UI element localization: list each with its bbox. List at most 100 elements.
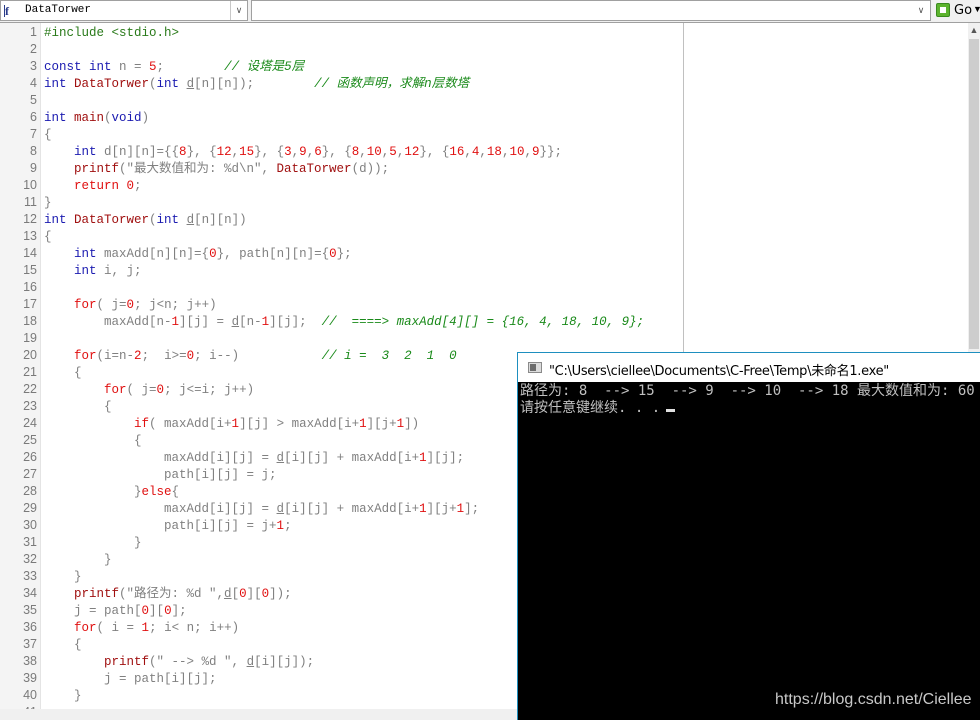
line-number: 31 xyxy=(23,535,37,549)
code-line[interactable]: 13 { xyxy=(0,229,968,246)
line-number: 24 xyxy=(23,416,37,430)
code-token: }, path[n][n]={ xyxy=(216,247,330,261)
code-line[interactable]: 14 int maxAdd[n][n]={0}, path[n][n]={0}; xyxy=(0,246,968,263)
line-number: 30 xyxy=(23,518,37,532)
code-token: ][j]; xyxy=(269,315,322,329)
scrollbar-thumb[interactable] xyxy=(969,39,979,349)
code-token: 3 xyxy=(284,145,292,159)
code-token: { xyxy=(171,485,180,499)
code-text: maxAdd[i][j] = d[i][j] + maxAdd[i+1][j+1… xyxy=(44,501,479,518)
console-output-line: 请按任意键继续. . . xyxy=(520,400,676,417)
code-token: { xyxy=(44,638,82,652)
code-text: if( maxAdd[i+1][j] > maxAdd[i+1][j+1]) xyxy=(44,416,419,433)
code-token: 5 xyxy=(389,145,397,159)
code-line[interactable]: 3 const int n = 5; // 设塔是5层 xyxy=(0,59,968,76)
code-text: int main(void) xyxy=(44,110,149,127)
code-line[interactable]: 10 return 0; xyxy=(0,178,968,195)
code-token: { xyxy=(44,400,112,414)
code-token: n = xyxy=(111,60,150,74)
function-icon: f xyxy=(4,4,19,18)
dropdown-triangle-icon[interactable]: ▼ xyxy=(973,4,980,14)
code-line[interactable]: 9 printf("最大数值和为: %d\n", DataTorwer(d)); xyxy=(0,161,968,178)
code-token: ]); xyxy=(269,587,292,601)
go-button[interactable]: Go ▼ xyxy=(934,1,980,20)
code-line[interactable]: 18 maxAdd[n-1][j] = d[n-1][j]; // ====> … xyxy=(0,314,968,331)
code-token: int xyxy=(44,111,75,125)
code-token: } xyxy=(44,196,52,210)
line-number: 22 xyxy=(23,382,37,396)
line-number: 2 xyxy=(30,42,37,56)
code-token: ( xyxy=(149,213,157,227)
code-token: 0 xyxy=(126,298,135,312)
code-line[interactable]: 8 int d[n][n]={{8}, {12,15}, {3,9,6}, {8… xyxy=(0,144,968,161)
code-text: int i, j; xyxy=(44,263,142,280)
code-line[interactable]: 1 #include <stdio.h> xyxy=(0,25,968,42)
code-token: 0 xyxy=(239,587,247,601)
code-token: // i = 3 2 1 0 xyxy=(321,349,457,363)
line-number: 25 xyxy=(23,433,37,447)
console-window[interactable]: "C:\Users\ciellee\Documents\C-Free\Temp\… xyxy=(517,352,980,720)
code-line[interactable]: 2 xyxy=(0,42,968,59)
console-prompt-text: 请按任意键继续. . . xyxy=(520,400,661,416)
chevron-down-icon[interactable]: ∨ xyxy=(914,1,928,20)
code-token: return 0 xyxy=(74,179,135,193)
code-line[interactable]: 5 xyxy=(0,93,968,110)
code-token: ("路径为: %d ", xyxy=(119,587,225,601)
code-token: ; xyxy=(156,60,225,74)
code-text: maxAdd[n-1][j] = d[n-1][j]; // ====> max… xyxy=(44,314,644,331)
code-token: // 函数声明，求解n层数塔 xyxy=(314,77,470,91)
console-title: "C:\Users\ciellee\Documents\C-Free\Temp\… xyxy=(549,364,889,379)
code-token: i, j; xyxy=(96,264,142,278)
code-token: d xyxy=(231,315,240,329)
code-line[interactable]: 11} xyxy=(0,195,968,212)
code-token: ; xyxy=(134,179,142,193)
code-token: void xyxy=(111,111,142,125)
go-label: Go xyxy=(954,3,973,18)
code-token: } xyxy=(44,689,82,703)
code-token: d xyxy=(246,655,255,669)
line-number: 17 xyxy=(23,297,37,311)
code-token: ]; xyxy=(464,502,480,516)
code-token: [n][n]) xyxy=(194,213,247,227)
code-token: ][j+ xyxy=(426,502,457,516)
code-token: ][j]; xyxy=(426,451,465,465)
code-text: int d[n][n]={{8}, {12,15}, {3,9,6}, {8,1… xyxy=(44,144,562,161)
code-token: 1 xyxy=(359,417,367,431)
scroll-up-icon[interactable]: ▲ xyxy=(968,23,980,37)
code-token: { xyxy=(44,128,52,142)
code-line[interactable]: 6 int main(void) xyxy=(0,110,968,127)
code-token: 1 xyxy=(141,621,150,635)
code-token: int xyxy=(74,145,97,159)
line-number: 5 xyxy=(30,93,37,107)
code-line[interactable]: 16 xyxy=(0,280,968,297)
code-text: { xyxy=(44,399,112,416)
code-token: 2 xyxy=(134,349,142,363)
line-number: 35 xyxy=(23,603,37,617)
line-number: 38 xyxy=(23,654,37,668)
code-token: path[i][j] = j; xyxy=(44,468,277,482)
function-selector[interactable]: f DataTorwer ∨ xyxy=(0,0,248,21)
code-token: j = path[ xyxy=(44,604,142,618)
code-token: 10 xyxy=(509,145,525,159)
code-text: for( i = 1; i< n; i++) xyxy=(44,620,239,637)
code-token: int xyxy=(74,264,97,278)
code-token: for xyxy=(74,621,97,635)
code-token: [i][j] + maxAdd[i+ xyxy=(284,502,420,516)
code-token: (" --> %d ", xyxy=(149,655,247,669)
navigation-combo[interactable]: ∨ xyxy=(251,0,931,21)
console-titlebar[interactable]: "C:\Users\ciellee\Documents\C-Free\Temp\… xyxy=(518,353,980,382)
code-line[interactable]: 7{ xyxy=(0,127,968,144)
code-line[interactable]: 19 xyxy=(0,331,968,348)
code-token: , xyxy=(479,145,487,159)
code-line[interactable]: 15 int i, j; xyxy=(0,263,968,280)
line-number: 10 xyxy=(23,178,37,192)
code-line[interactable]: 17 for( j=0; j<n; j++) xyxy=(0,297,968,314)
code-token: ]) xyxy=(404,417,420,431)
code-line[interactable]: 12 int DataTorwer(int d[n][n]) xyxy=(0,212,968,229)
code-line[interactable]: 4 int DataTorwer(int d[n][n]); // 函数声明，求解… xyxy=(0,76,968,93)
code-text: printf(" --> %d ", d[i][j]); xyxy=(44,654,314,671)
chevron-down-icon[interactable]: ∨ xyxy=(230,1,247,20)
